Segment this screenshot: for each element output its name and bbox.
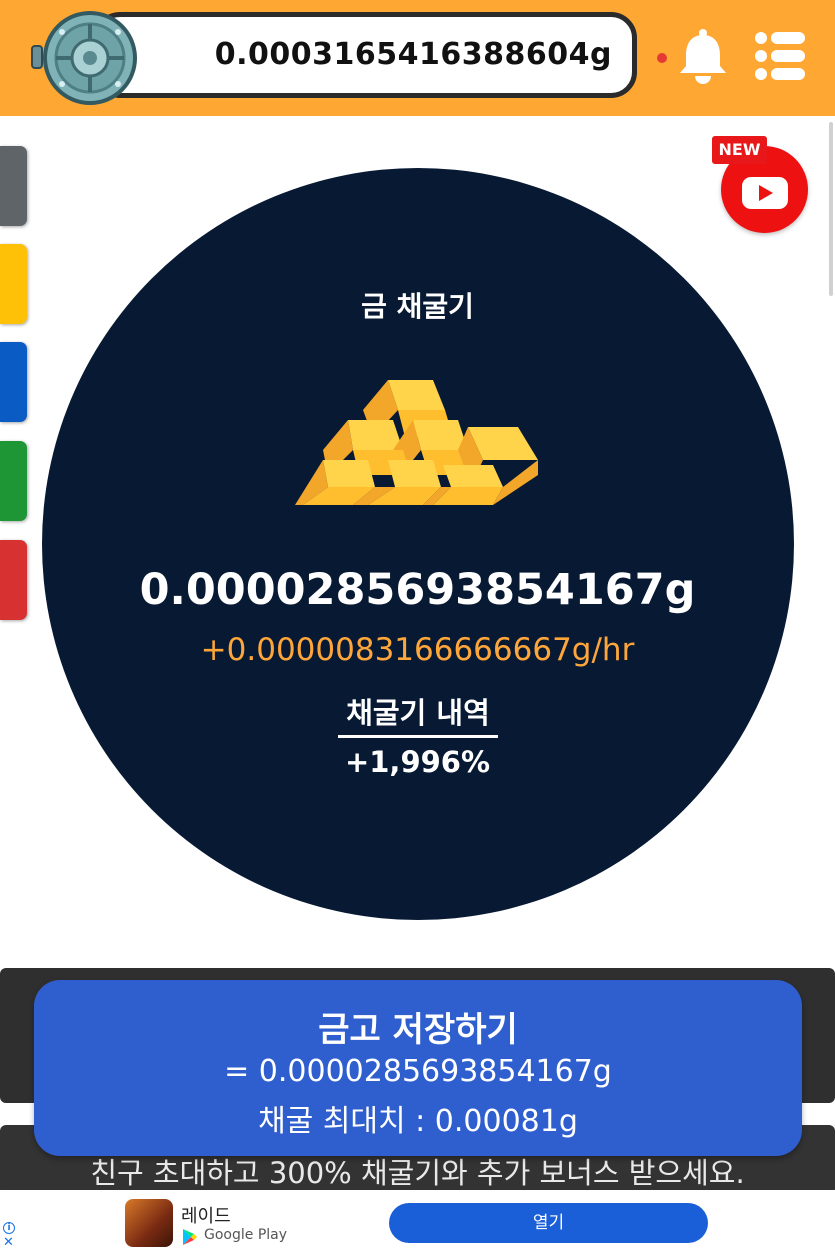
new-badge: NEW xyxy=(712,136,767,164)
mining-rate: +0.0000083166666667g/hr xyxy=(200,632,635,668)
save-title: 금고 저장하기 xyxy=(318,1010,518,1050)
ad-open-button[interactable]: 열기 xyxy=(389,1203,708,1243)
ad-info-icon[interactable]: i xyxy=(3,1222,15,1234)
side-tab-green[interactable] xyxy=(0,441,27,521)
app-root: 0.0003165416388604g 금 채굴기 0.000028569385… xyxy=(0,0,835,1256)
save-amount: = 0.0000285693854167g xyxy=(224,1054,612,1089)
page-scrollbar[interactable] xyxy=(829,122,833,296)
vault-icon[interactable] xyxy=(30,10,138,106)
play-triangle-icon xyxy=(759,185,773,201)
mining-max: 채굴 최대치 : 0.00081g xyxy=(258,1104,578,1139)
save-to-vault-button[interactable]: 금고 저장하기 = 0.0000285693854167g 채굴 최대치 : 0… xyxy=(34,980,802,1156)
vault-balance: 0.0003165416388604g xyxy=(214,37,612,72)
vault-balance-box[interactable]: 0.0003165416388604g xyxy=(94,12,637,98)
miner-circle[interactable] xyxy=(42,168,794,920)
bell-icon[interactable] xyxy=(675,28,731,84)
ad-close-icon[interactable]: ✕ xyxy=(3,1236,14,1249)
gold-bars-icon xyxy=(295,380,538,505)
youtube-button[interactable]: NEW xyxy=(712,136,812,236)
miner-title: 금 채굴기 xyxy=(361,290,474,323)
menu-icon[interactable] xyxy=(754,30,806,82)
ad-store-label: Google Play xyxy=(204,1227,288,1243)
boost-percent: +1,996% xyxy=(344,745,491,779)
notification-dot xyxy=(657,53,667,63)
side-tab-gray[interactable] xyxy=(0,146,27,226)
top-bar: 0.0003165416388604g xyxy=(0,0,835,116)
miner-history-link[interactable]: 채굴기 내역 xyxy=(338,690,498,738)
mined-amount: 0.0000285693854167g xyxy=(139,565,696,615)
google-play-icon xyxy=(183,1229,197,1245)
ad-app-icon[interactable] xyxy=(125,1199,173,1247)
invite-text: 친구 초대하고 300% 채굴기와 추가 보너스 받으세요. xyxy=(90,1156,745,1190)
side-tab-blue[interactable] xyxy=(0,342,27,422)
ad-app-name: 레이드 xyxy=(181,1206,231,1227)
ad-banner[interactable]: i ✕ 레이드 Google Play 열기 xyxy=(0,1190,835,1256)
